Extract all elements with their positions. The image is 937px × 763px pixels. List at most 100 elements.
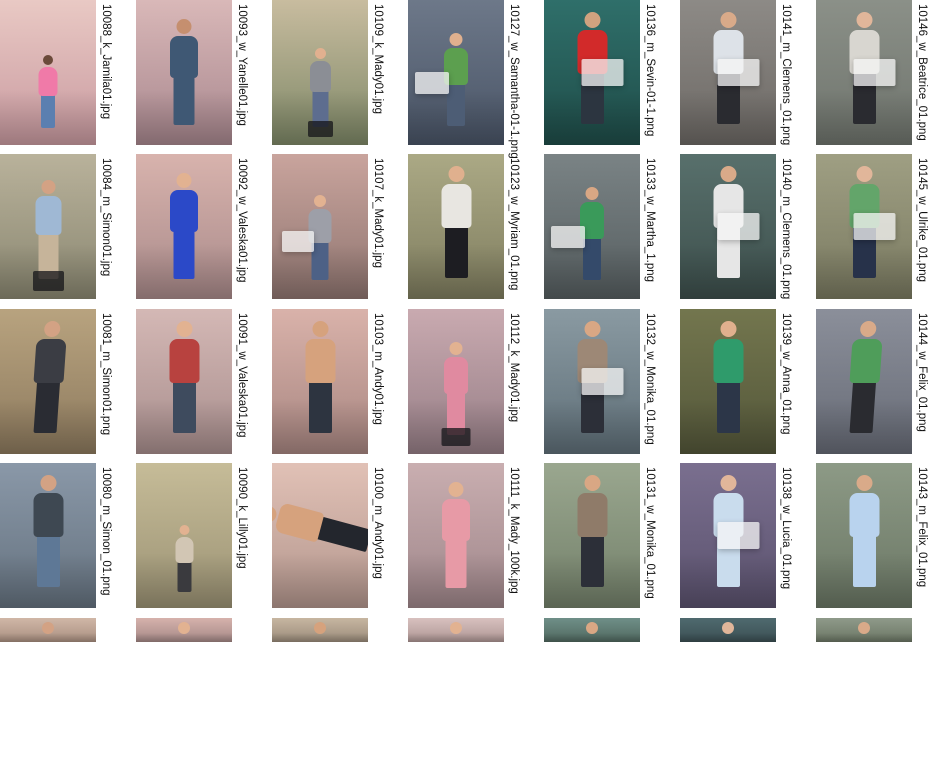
- person-head: [720, 475, 736, 491]
- person-legs: [308, 381, 332, 433]
- person-figure: [430, 482, 482, 598]
- thumbnail-cell: [680, 618, 816, 763]
- person-head: [176, 321, 192, 337]
- thumbnail-cell: 10091_w_Valeska01.jpg: [136, 309, 272, 454]
- thumbnail-image[interactable]: [816, 154, 912, 299]
- thumbnail-image[interactable]: [272, 154, 368, 299]
- thumbnail-image[interactable]: [136, 618, 232, 642]
- thumbnail-filename: [98, 622, 114, 644]
- thumbnail-filename: 10141_m_Clemens_01.png: [780, 4, 792, 146]
- person-head: [449, 342, 463, 355]
- thumbnail-image[interactable]: [816, 0, 912, 145]
- person-head: [312, 321, 328, 337]
- thumbnail-cell: 10143_m_Felix_01.png: [816, 463, 937, 608]
- person-figure: [158, 19, 210, 135]
- person-figure: [837, 475, 892, 598]
- person-figure: [565, 321, 624, 444]
- person-head: [448, 166, 464, 182]
- thumbnail-filename: 10111_k_Mady_100k.jpg: [508, 467, 520, 594]
- thumbnail-cell: 10103_m_Andy01.jpg: [272, 309, 408, 454]
- thumbnail-image[interactable]: [408, 463, 504, 608]
- person-figure: [16, 321, 80, 444]
- thumbnail-image[interactable]: [408, 309, 504, 454]
- thumbnail-image[interactable]: [680, 154, 776, 299]
- thumbnail-cell: [408, 618, 544, 763]
- thumbnail-cell: [544, 618, 680, 763]
- thumbnail-image[interactable]: [0, 154, 96, 299]
- thumbnail-image[interactable]: [136, 154, 232, 299]
- person-figure: [832, 321, 896, 444]
- thumbnail-filename: 10090_k_Lilly01.jpg: [236, 467, 248, 569]
- thumbnail-image[interactable]: [0, 0, 96, 145]
- thumbnail-image[interactable]: [136, 309, 232, 454]
- thumbnail-cell: 10109_k_Mady01.jpg: [272, 0, 408, 145]
- thumbnail-image[interactable]: [680, 618, 776, 642]
- thumbnail-image[interactable]: [680, 309, 776, 454]
- thumbnail-image[interactable]: [816, 618, 912, 642]
- person-head: [858, 622, 870, 634]
- thumbnail-image[interactable]: [544, 0, 640, 145]
- person-figure: [168, 525, 201, 598]
- thumbnail-image[interactable]: [544, 463, 640, 608]
- thumbnail-filename: [234, 622, 250, 644]
- counter-prop: [581, 59, 624, 86]
- person-figure: [565, 475, 620, 598]
- thumbnail-image[interactable]: [544, 309, 640, 454]
- thumbnail-image[interactable]: [272, 309, 368, 454]
- thumbnail-image[interactable]: [136, 463, 232, 608]
- thumbnail-image[interactable]: [816, 309, 912, 454]
- counter-prop: [853, 59, 896, 86]
- person-figure: [429, 166, 484, 289]
- thumbnail-cell: 10112_k_Mady01.jpg: [408, 309, 544, 454]
- thumbnail-cell: [0, 618, 136, 763]
- thumbnail-image[interactable]: [680, 463, 776, 608]
- thumbnail-image[interactable]: [272, 618, 368, 642]
- seat-prop: [307, 121, 333, 137]
- person-figure: [30, 55, 66, 135]
- person-figure: [582, 618, 602, 642]
- thumbnail-image[interactable]: [0, 618, 96, 642]
- thumbnail-image[interactable]: [408, 154, 504, 299]
- person-figure: [551, 187, 615, 289]
- thumbnail-filename: 10091_w_Valeska01.jpg: [236, 313, 248, 438]
- thumbnail-image[interactable]: [544, 618, 640, 642]
- thumbnail-filename: 10093_w_Yanelle01.jpg: [236, 4, 248, 126]
- person-torso: [38, 67, 58, 96]
- person-figure: [701, 166, 760, 289]
- thumbnail-filename: 10132_w_Monika_01.png: [644, 313, 656, 445]
- thumbnail-filename: [642, 622, 658, 644]
- thumbnail-cell: 10092_w_Valeska01.jpg: [136, 154, 272, 299]
- person-figure: [565, 12, 624, 135]
- thumbnail-cell: 10132_w_Monika_01.png: [544, 309, 680, 454]
- person-figure: [701, 321, 756, 444]
- person-figure: [282, 195, 341, 289]
- thumbnail-image[interactable]: [272, 0, 368, 145]
- thumbnail-filename: [778, 622, 794, 644]
- thumbnail-image[interactable]: [136, 0, 232, 145]
- thumbnail-cell: 10131_w_Monika_01.png: [544, 463, 680, 608]
- person-figure: [293, 321, 348, 444]
- thumbnail-image[interactable]: [408, 0, 504, 145]
- thumbnail-filename: 10084_m_Simon01.jpg: [100, 158, 112, 277]
- person-head: [43, 55, 53, 65]
- person-torso: [169, 339, 199, 383]
- thumbnail-image[interactable]: [408, 618, 504, 642]
- thumbnail-image[interactable]: [544, 154, 640, 299]
- thumbnail-cell: [816, 618, 937, 763]
- counter-prop: [853, 213, 896, 240]
- counter-prop: [717, 522, 760, 549]
- person-figure: [310, 618, 330, 642]
- thumbnail-image[interactable]: [272, 463, 368, 608]
- thumbnail-filename: 10140_m_Clemens_01.png: [780, 158, 792, 300]
- thumbnail-filename: [370, 622, 386, 644]
- person-figure: [21, 475, 76, 598]
- person-legs: [445, 539, 467, 588]
- thumbnail-image[interactable]: [0, 309, 96, 454]
- thumbnail-image[interactable]: [816, 463, 912, 608]
- person-legs: [36, 535, 60, 587]
- person-torso: [305, 339, 335, 383]
- person-figure: [157, 321, 212, 444]
- thumbnail-cell: 10100_m_Andy01.jpg: [272, 463, 408, 608]
- thumbnail-image[interactable]: [0, 463, 96, 608]
- thumbnail-image[interactable]: [680, 0, 776, 145]
